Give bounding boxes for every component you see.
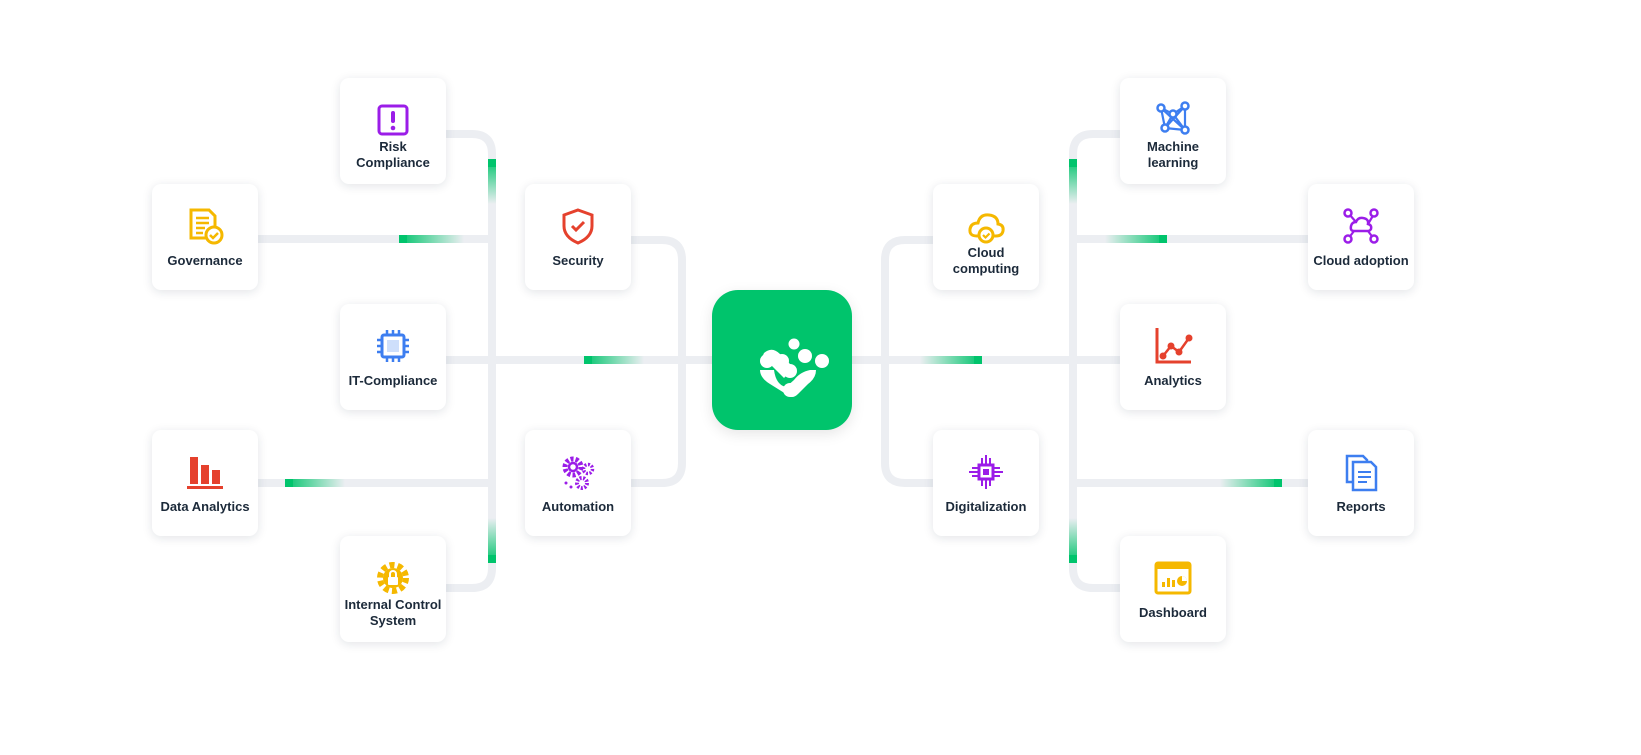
brand-logo-icon [760, 338, 829, 397]
node-label: Security [552, 253, 604, 268]
node-label: IT-Compliance [348, 373, 438, 388]
document-check-icon [189, 208, 224, 245]
node-label: Dashboard [1139, 605, 1207, 620]
node-card-data[interactable]: Data Analytics [152, 430, 258, 536]
cpu-chip-icon [377, 330, 409, 362]
neural-network-icon [1156, 101, 1190, 135]
node-label: Machine learning [1146, 139, 1199, 170]
node-label: Internal Control System [344, 597, 442, 628]
node-card-it[interactable]: IT-Compliance [340, 304, 446, 410]
central-hub[interactable] [712, 290, 852, 430]
dashboard-window-icon [1154, 561, 1192, 595]
node-label: Automation [541, 499, 615, 514]
circuit-chip-icon [969, 455, 1003, 489]
node-card-automation[interactable]: Automation [525, 430, 631, 536]
bar-chart-icon [187, 457, 223, 489]
shield-check-icon [562, 208, 594, 245]
node-label: Reports [1336, 499, 1386, 514]
gears-icon [562, 456, 595, 490]
node-card-ml[interactable]: Machine learning [1120, 78, 1226, 184]
node-card-governance[interactable]: Governance [152, 184, 258, 290]
node-card-ics[interactable]: Internal Control System [340, 536, 446, 642]
node-label: Digitalization [945, 499, 1027, 514]
node-label: Governance [167, 253, 243, 268]
node-card-risk[interactable]: Risk Compliance [340, 78, 446, 184]
documents-icon [1345, 454, 1378, 492]
cloud-check-icon [968, 213, 1005, 244]
node-label: Cloud adoption [1313, 253, 1409, 268]
node-label: Analytics [1144, 373, 1202, 388]
node-card-reports[interactable]: Reports [1308, 430, 1414, 536]
gear-lock-icon [377, 562, 409, 594]
node-card-cloudcomp[interactable]: Cloud computing [933, 184, 1039, 290]
node-label: Risk Compliance [356, 139, 430, 170]
node-card-cloudadopt[interactable]: Cloud adoption [1308, 184, 1414, 290]
cloud-network-icon [1343, 208, 1379, 244]
node-label: Cloud computing [952, 245, 1020, 276]
node-card-security[interactable]: Security [525, 184, 631, 290]
node-card-dashboard[interactable]: Dashboard [1120, 536, 1226, 642]
node-card-analytics[interactable]: Analytics [1120, 304, 1226, 410]
node-label: Data Analytics [160, 499, 250, 514]
line-chart-icon [1155, 328, 1193, 364]
node-card-digital[interactable]: Digitalization [933, 430, 1039, 536]
alert-box-icon [377, 104, 409, 136]
